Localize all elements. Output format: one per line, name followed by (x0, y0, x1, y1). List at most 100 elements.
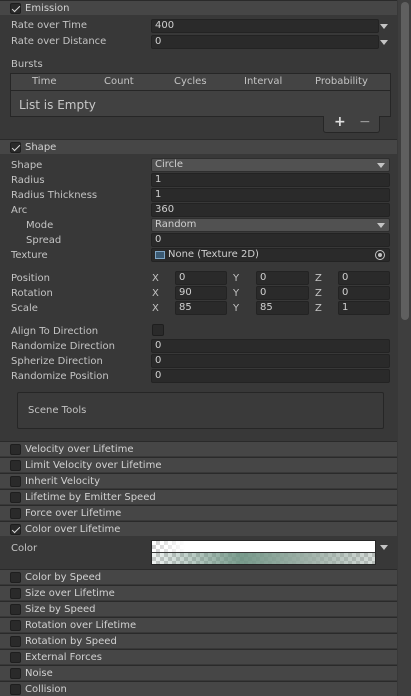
lifetime-by-emitter-speed-header[interactable]: Lifetime by Emitter Speed (0, 489, 397, 504)
shape-type-label: Shape (11, 160, 43, 171)
color-over-lifetime-checkbox[interactable] (10, 523, 21, 535)
rotation-over-lifetime-header[interactable]: Rotation over Lifetime (0, 617, 397, 632)
bursts-list: List is Empty (10, 90, 391, 117)
rotation-by-speed-checkbox[interactable] (10, 635, 21, 647)
size-by-speed-checkbox[interactable] (10, 603, 21, 615)
radius-thickness-field[interactable]: 1 (151, 188, 390, 202)
bursts-label: Bursts (11, 59, 43, 70)
position-x-axis-label: X (152, 273, 159, 284)
arc-field[interactable]: 360 (151, 203, 390, 217)
force-over-lifetime-header[interactable]: Force over Lifetime (0, 505, 397, 520)
collision-header[interactable]: Collision (0, 681, 397, 696)
rotation-z-axis-label: Z (315, 288, 322, 299)
position-y-field[interactable]: 0 (256, 271, 309, 285)
inherit-velocity-header[interactable]: Inherit Velocity (0, 473, 397, 488)
lifetime-by-emitter-speed-checkbox[interactable] (10, 491, 21, 503)
emission-checkbox[interactable] (10, 2, 21, 14)
rate-over-time-field[interactable]: 400 (151, 19, 379, 33)
bursts-col-interval: Interval (244, 76, 283, 87)
size-over-lifetime-header[interactable]: Size over Lifetime (0, 585, 397, 600)
radius-field[interactable]: 1 (151, 173, 390, 187)
arc-mode-dropdown[interactable]: Random (151, 218, 390, 232)
rate-over-distance-field[interactable]: 0 (151, 35, 379, 49)
texture-object-field[interactable]: None (Texture 2D) (151, 248, 390, 262)
randomize-direction-label: Randomize Direction (11, 341, 115, 352)
object-picker-icon[interactable] (375, 250, 385, 260)
color-over-lifetime-header[interactable]: Color over Lifetime (0, 521, 397, 536)
color-gradient-field[interactable] (151, 540, 376, 565)
size-by-speed-header[interactable]: Size by Speed (0, 601, 397, 616)
scale-z-field[interactable]: 1 (338, 301, 390, 315)
position-z-axis-label: Z (315, 273, 322, 284)
emission-module-header[interactable]: Emission (0, 0, 397, 15)
align-to-direction-checkbox[interactable] (152, 324, 164, 336)
scale-x-axis-label: X (152, 303, 159, 314)
size-over-lifetime-checkbox[interactable] (10, 587, 21, 599)
collision-checkbox[interactable] (10, 683, 21, 695)
external-forces-checkbox[interactable] (10, 651, 21, 663)
randomize-position-label: Randomize Position (11, 371, 109, 382)
scale-x-field[interactable]: 85 (175, 301, 227, 315)
rate-over-time-label: Rate over Time (11, 20, 88, 31)
bursts-footer: + − (323, 114, 380, 133)
collision-title: Collision (25, 683, 67, 695)
texture-label: Texture (11, 250, 48, 261)
emission-title: Emission (25, 2, 70, 14)
rate-over-distance-curve-dropdown[interactable] (380, 40, 388, 45)
arc-mode-label: Mode (26, 220, 54, 231)
rotation-y-field[interactable]: 0 (256, 286, 309, 300)
arc-mode-value: Random (155, 219, 197, 230)
color-by-speed-checkbox[interactable] (10, 571, 21, 583)
texture-value: None (Texture 2D) (168, 249, 259, 260)
velocity-over-lifetime-checkbox[interactable] (10, 443, 21, 455)
size-over-lifetime-title: Size over Lifetime (25, 587, 115, 599)
rotation-label: Rotation (11, 288, 53, 299)
position-y-axis-label: Y (233, 273, 240, 284)
randomize-position-field[interactable]: 0 (151, 369, 390, 383)
color-over-lifetime-title: Color over Lifetime (25, 523, 121, 535)
noise-checkbox[interactable] (10, 667, 21, 679)
rotation-z-field[interactable]: 0 (338, 286, 390, 300)
limit-velocity-over-lifetime-title: Limit Velocity over Lifetime (25, 459, 162, 471)
rate-over-distance-label: Rate over Distance (11, 36, 107, 47)
rotation-over-lifetime-checkbox[interactable] (10, 619, 21, 631)
rotation-over-lifetime-title: Rotation over Lifetime (25, 619, 137, 631)
randomize-direction-field[interactable]: 0 (151, 339, 390, 353)
arc-spread-field[interactable]: 0 (151, 233, 390, 247)
external-forces-title: External Forces (25, 651, 102, 663)
gradient-alpha-strip (152, 541, 375, 552)
chevron-down-icon (377, 163, 385, 168)
color-by-speed-header[interactable]: Color by Speed (0, 569, 397, 584)
position-z-field[interactable]: 0 (338, 271, 390, 285)
force-over-lifetime-checkbox[interactable] (10, 507, 21, 519)
scene-tools-panel: Scene Tools (17, 392, 384, 429)
texture-icon (155, 251, 165, 259)
external-forces-header[interactable]: External Forces (0, 649, 397, 664)
position-x-field[interactable]: 0 (175, 271, 227, 285)
scale-y-field[interactable]: 85 (256, 301, 309, 315)
noise-title: Noise (25, 667, 53, 679)
shape-type-dropdown[interactable]: Circle (151, 158, 390, 172)
gradient-mode-dropdown[interactable] (380, 545, 388, 550)
bursts-col-cycles: Cycles (174, 76, 207, 87)
bursts-col-probability: Probability (315, 76, 368, 87)
rotation-x-field[interactable]: 90 (175, 286, 227, 300)
scrollbar-thumb[interactable] (401, 2, 409, 320)
limit-velocity-over-lifetime-header[interactable]: Limit Velocity over Lifetime (0, 457, 397, 472)
limit-velocity-over-lifetime-checkbox[interactable] (10, 459, 21, 471)
inherit-velocity-checkbox[interactable] (10, 475, 21, 487)
rate-over-time-curve-dropdown[interactable] (380, 24, 388, 29)
bursts-empty-text: List is Empty (19, 98, 96, 112)
add-burst-button[interactable]: + (334, 114, 346, 130)
shape-module-header[interactable]: Shape (0, 139, 397, 154)
velocity-over-lifetime-header[interactable]: Velocity over Lifetime (0, 441, 397, 456)
spherize-direction-field[interactable]: 0 (151, 354, 390, 368)
noise-header[interactable]: Noise (0, 665, 397, 680)
rotation-y-axis-label: Y (233, 288, 240, 299)
shape-title: Shape (25, 141, 57, 153)
remove-burst-button[interactable]: − (359, 114, 371, 130)
radius-thickness-label: Radius Thickness (11, 190, 98, 201)
rotation-by-speed-header[interactable]: Rotation by Speed (0, 633, 397, 648)
shape-checkbox[interactable] (10, 141, 21, 153)
size-by-speed-title: Size by Speed (25, 603, 96, 615)
